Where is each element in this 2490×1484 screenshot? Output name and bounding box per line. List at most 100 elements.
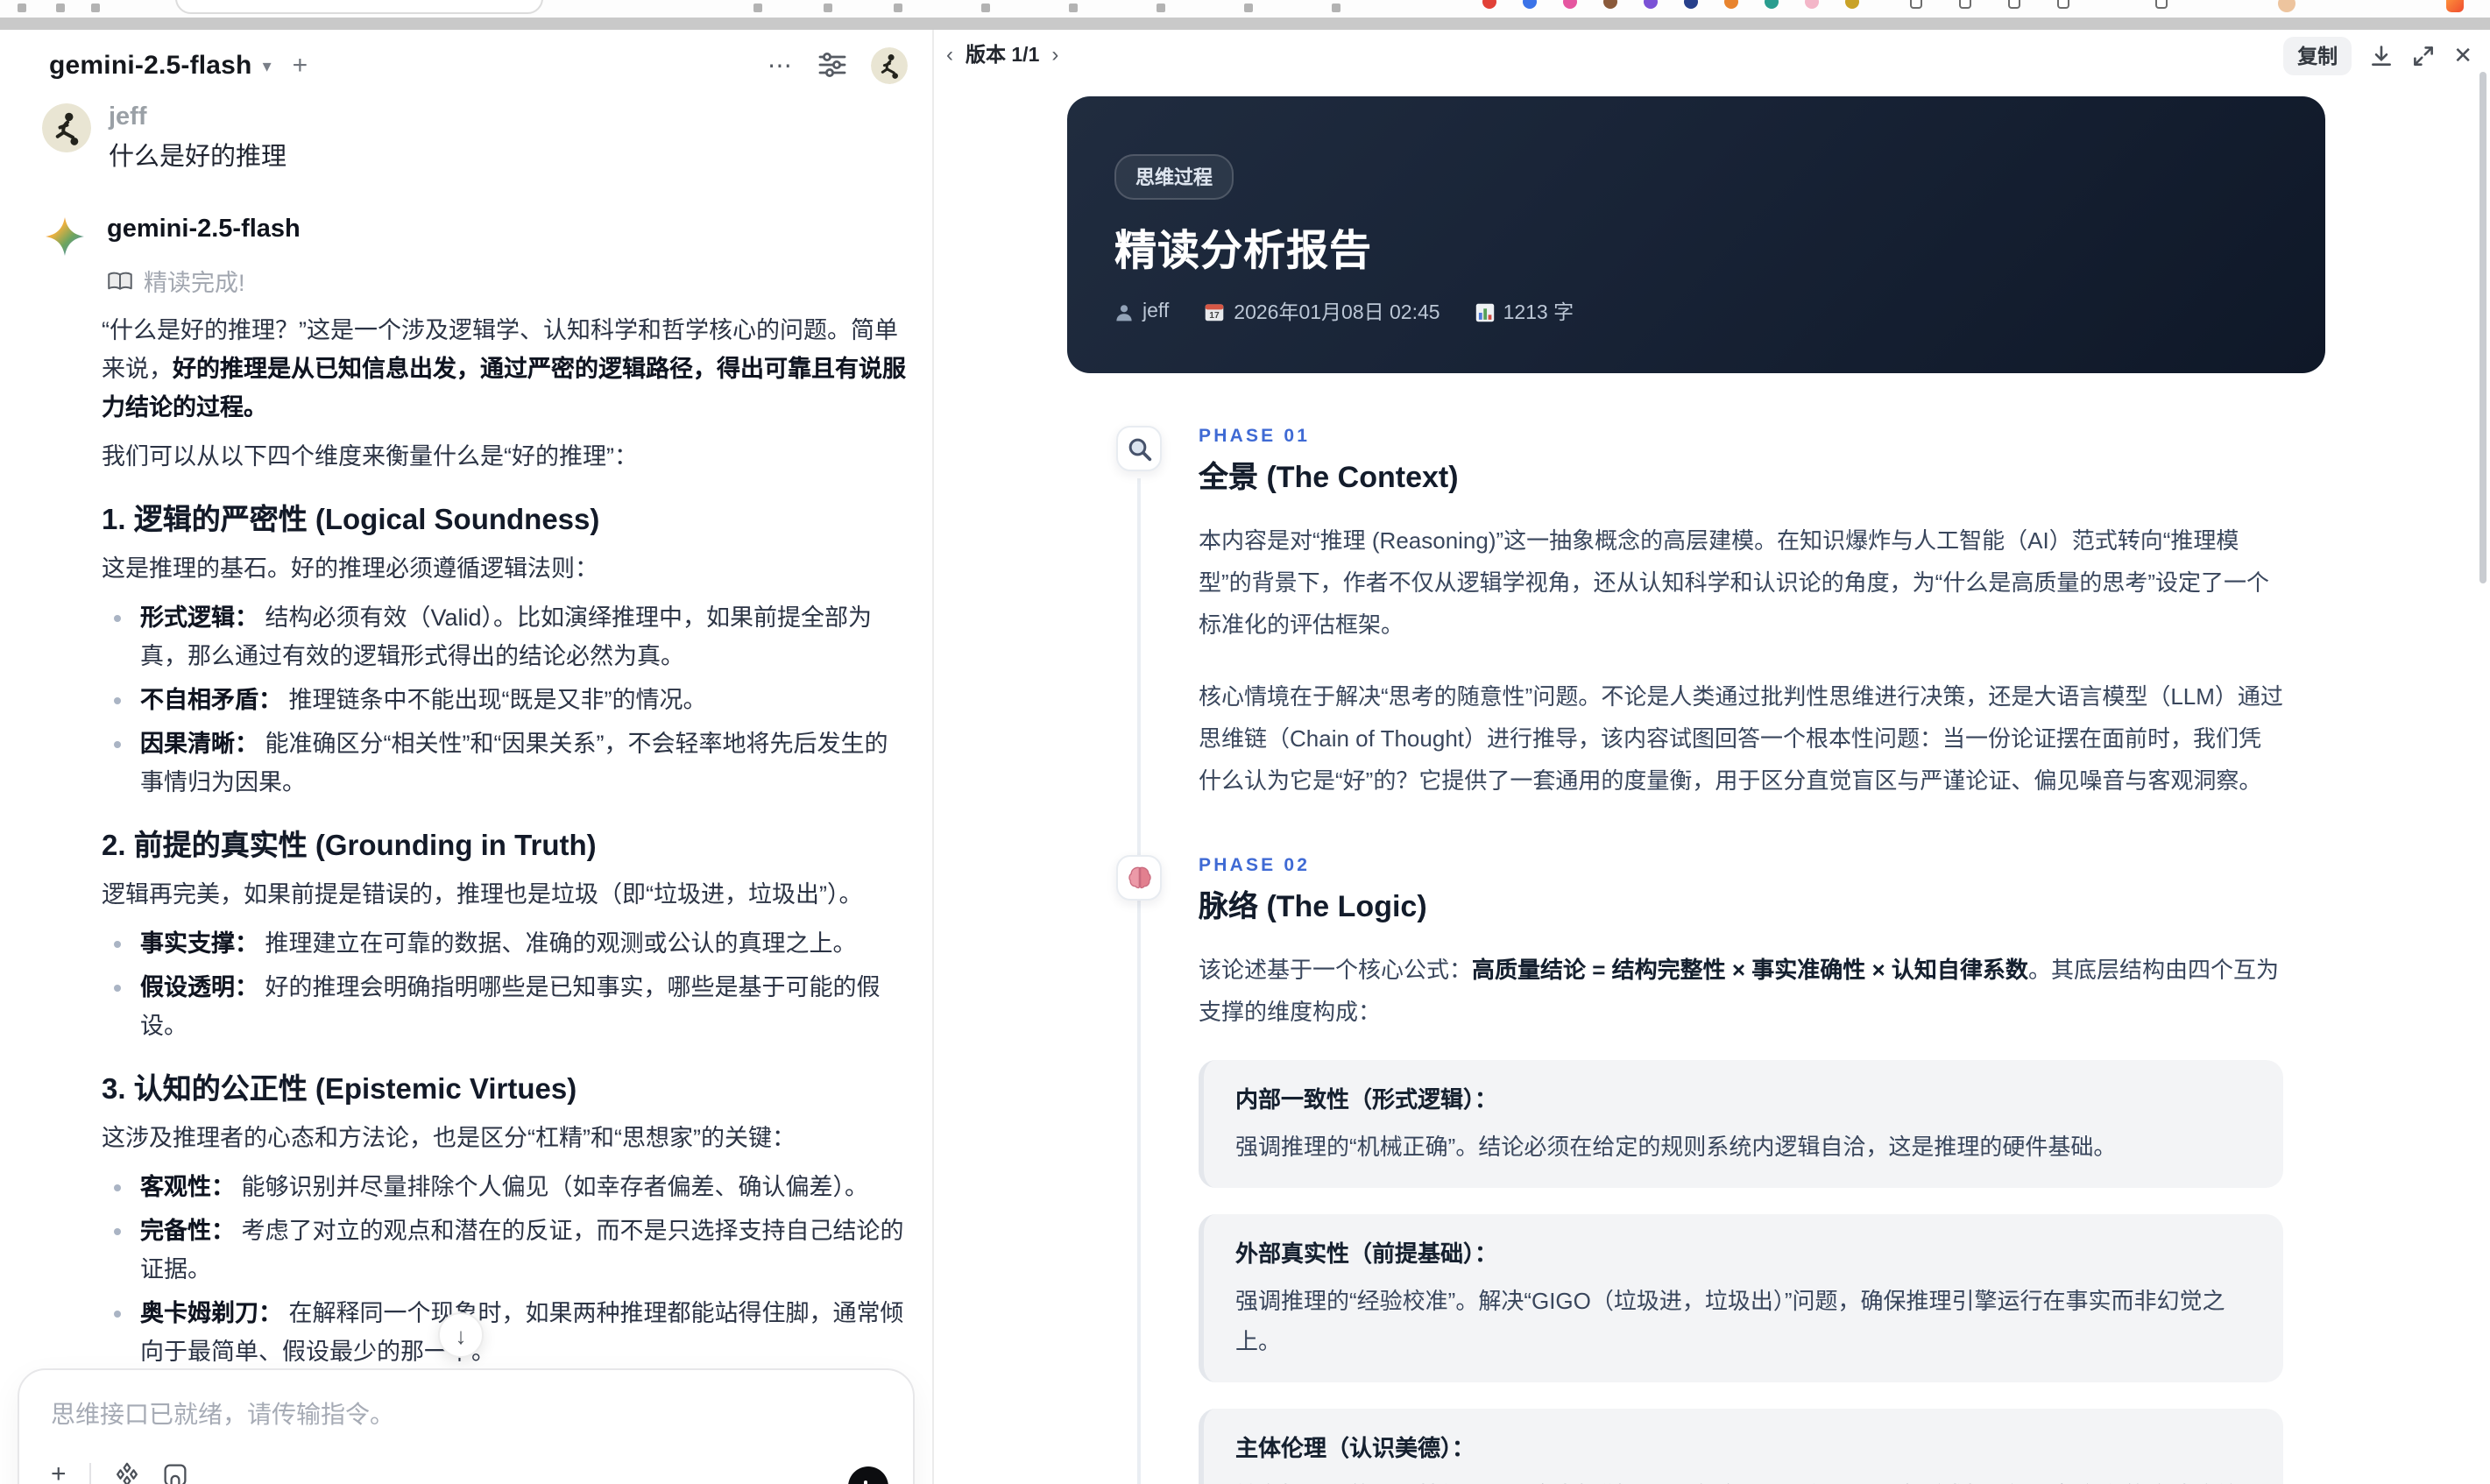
user-name: jeff	[109, 103, 147, 131]
phase-section-2: PHASE 02 脉络 (The Logic) 该论述基于一个核心公式：高质量结…	[1116, 855, 2308, 1484]
bar-chart-icon	[1475, 302, 1495, 322]
list-item: 客观性： 能够识别并尽量排除个人偏见（如幸存者偏差、确认偏差）。	[102, 1169, 908, 1207]
chat-panel: gemini-2.5-flash ▾ + ⋯ jeff 什么是好的推理 gemi…	[0, 30, 934, 1484]
scroll-to-bottom-button[interactable]: ↓	[438, 1312, 484, 1358]
chat-header: gemini-2.5-flash ▾ + ⋯	[0, 30, 932, 86]
paragraph: 该论述基于一个核心公式：高质量结论 = 结构完整性 × 事实准确性 × 认知自律…	[1199, 957, 2279, 1025]
brain-icon	[1116, 855, 1162, 901]
list-item: 不自相矛盾： 推理链条中不能出现“既是又非”的情况。	[102, 682, 908, 720]
previous-version-button[interactable]: ‹	[946, 42, 953, 67]
browser-fragment	[1069, 4, 1078, 12]
paragraph: 我们可以从以下四个维度来衡量什么是“好的推理”：	[102, 443, 638, 470]
paragraph: 这涉及推理者的心态和方法论，也是区分“杠精”和“思想家”的关键：	[102, 1125, 796, 1151]
list-item: 奥卡姆剃刀： 在解释同一个现象时，如果两种推理都能站得住脚，通常倾向于最简单、假…	[102, 1295, 908, 1372]
report-author: jeff	[1142, 301, 1170, 322]
extension-icon[interactable]	[1523, 0, 1537, 9]
browser-fragment	[1244, 4, 1253, 12]
message-list: jeff 什么是好的推理 gemini-2.5-flash 精读完成! “什么是…	[0, 86, 932, 1484]
model-selector[interactable]: gemini-2.5-flash	[49, 50, 252, 80]
download-icon[interactable]	[2369, 44, 2394, 68]
browser-fragment	[18, 4, 26, 12]
extension-icon[interactable]	[1482, 0, 1496, 9]
frame-capture-icon[interactable]	[163, 1462, 187, 1484]
browser-fragment	[1332, 4, 1340, 12]
person-icon	[1114, 302, 1134, 322]
browser-fragment	[824, 4, 832, 12]
user-avatar[interactable]	[871, 46, 908, 83]
browser-fragment	[753, 4, 762, 12]
arrow-down-icon: ↓	[455, 1322, 467, 1348]
logic-dimension-box: 内部一致性（形式逻辑）： 强调推理的“机械正确”。结论必须在给定的规则系统内逻辑…	[1199, 1060, 2283, 1188]
box-body: 强调推理的“经验校准”。解决“GIGO（垃圾进，垃圾出）”问题，确保推理引擎运行…	[1235, 1288, 2225, 1354]
browser-button-icon[interactable]	[1910, 0, 1922, 9]
extension-icon[interactable]	[1603, 0, 1617, 9]
next-version-button[interactable]: ›	[1051, 42, 1058, 67]
artifact-preview-panel: ‹ 版本 1/1 › 复制 ✕ 思维过程 精读分析报告 jeff 17 2026…	[936, 30, 2490, 1484]
phase-label: PHASE 01	[1199, 426, 1311, 447]
sparkle-diamonds-icon[interactable]	[114, 1461, 140, 1484]
paragraph: 这是推理的基石。好的推理必须遵循逻辑法则：	[102, 555, 598, 582]
extension-icon[interactable]	[1845, 0, 1859, 9]
user-message-text: 什么是好的推理	[109, 144, 286, 172]
extension-icon[interactable]	[1805, 0, 1819, 9]
box-body: 强调推理的“机械正确”。结论必须在给定的规则系统内逻辑自洽，这是推理的硬件基础。	[1235, 1134, 2117, 1160]
expand-fullscreen-icon[interactable]	[2411, 44, 2436, 68]
section-heading: 3. 认知的公正性 (Epistemic Virtues)	[102, 1074, 577, 1106]
address-bar[interactable]	[175, 0, 543, 14]
more-options-button[interactable]: ⋯	[768, 53, 794, 77]
phase-section-1: PHASE 01 全景 (The Context) 本内容是对“推理 (Reas…	[1116, 426, 2308, 802]
report-title: 精读分析报告	[1114, 228, 1372, 275]
paragraph: 本内容是对“推理 (Reasoning)”这一抽象概念的高层建模。在知识爆炸与人…	[1199, 527, 2269, 638]
assistant-status-text: 精读完成!	[144, 270, 245, 296]
browser-button-icon[interactable]	[2155, 0, 2168, 9]
calendar-icon: 17	[1204, 301, 1225, 322]
assistant-reply: “什么是好的推理？”这是一个涉及逻辑学、认知科学和哲学核心的问题。简单来说，好的…	[102, 312, 908, 1484]
browser-button-icon[interactable]	[1959, 0, 1971, 9]
browser-fragment	[1157, 4, 1165, 12]
browser-fragment	[56, 4, 65, 12]
close-icon[interactable]: ✕	[2453, 42, 2472, 70]
settings-sliders-icon[interactable]	[818, 53, 846, 77]
phase-title: 全景 (The Context)	[1199, 461, 1459, 494]
browser-toolbar	[0, 0, 2490, 18]
chat-input[interactable]: 思维接口已就绪，请传输指令。 +	[18, 1368, 915, 1484]
user-message: jeff 什么是好的推理	[42, 103, 904, 177]
phase-title: 脉络 (The Logic)	[1199, 890, 1427, 923]
assistant-message: gemini-2.5-flash 精读完成! “什么是好的推理？”这是一个涉及逻…	[42, 216, 906, 1484]
window-chrome-band	[0, 18, 2490, 30]
browser-app-icon[interactable]	[2446, 0, 2464, 12]
assistant-name: gemini-2.5-flash	[107, 216, 301, 244]
extension-icon[interactable]	[1724, 0, 1738, 9]
new-chat-button[interactable]: +	[293, 50, 308, 80]
attach-plus-button[interactable]: +	[51, 1461, 67, 1484]
extension-icon[interactable]	[1644, 0, 1658, 9]
report-phases: PHASE 01 全景 (The Context) 本内容是对“推理 (Reas…	[1116, 373, 2308, 1484]
chevron-down-icon[interactable]: ▾	[263, 57, 272, 76]
chat-input-placeholder: 思维接口已就绪，请传输指令。	[51, 1400, 394, 1428]
paragraph: 逻辑再完美，如果前提是错误的，推理也是垃圾（即“垃圾进，垃圾出”）。	[102, 881, 863, 908]
browser-button-icon[interactable]	[2008, 0, 2020, 9]
open-book-icon	[107, 269, 133, 292]
extension-icon[interactable]	[1765, 0, 1779, 9]
list-item: 因果清晰： 能准确区分“相关性”和“因果关系”，不会轻率地将先后发生的事情归为因…	[102, 725, 908, 802]
assistant-status: 精读完成!	[107, 263, 904, 298]
scrollbar-thumb[interactable]	[2479, 72, 2486, 583]
app-window: gemini-2.5-flash ▾ + ⋯ jeff 什么是好的推理 gemi…	[0, 30, 2490, 1484]
phase-label: PHASE 02	[1199, 855, 1311, 876]
paragraph: “什么是好的推理？”这是一个涉及逻辑学、认知科学和哲学核心的问题。简单来说，好的…	[102, 317, 906, 420]
preview-toolbar: ‹ 版本 1/1 › 复制 ✕	[936, 30, 2490, 79]
list-item: 形式逻辑： 结构必须有效（Valid）。比如演绎推理中，如果前提全部为真，那么通…	[102, 599, 908, 676]
screen: gemini-2.5-flash ▾ + ⋯ jeff 什么是好的推理 gemi…	[0, 0, 2490, 1484]
box-title: 外部真实性（前提基础）：	[1235, 1240, 1498, 1267]
browser-fragment	[894, 4, 902, 12]
browser-button-icon[interactable]	[2057, 0, 2069, 9]
copy-button[interactable]: 复制	[2283, 37, 2352, 75]
browser-profile-avatar[interactable]	[2278, 0, 2295, 12]
box-title: 内部一致性（形式逻辑）：	[1235, 1086, 1498, 1113]
extension-icon[interactable]	[1684, 0, 1698, 9]
voice-input-button[interactable]	[848, 1466, 888, 1484]
box-title: 主体伦理（认识美德）：	[1235, 1435, 1475, 1461]
extension-icon[interactable]	[1563, 0, 1577, 9]
divider	[88, 1462, 91, 1484]
browser-fragment	[981, 4, 990, 12]
